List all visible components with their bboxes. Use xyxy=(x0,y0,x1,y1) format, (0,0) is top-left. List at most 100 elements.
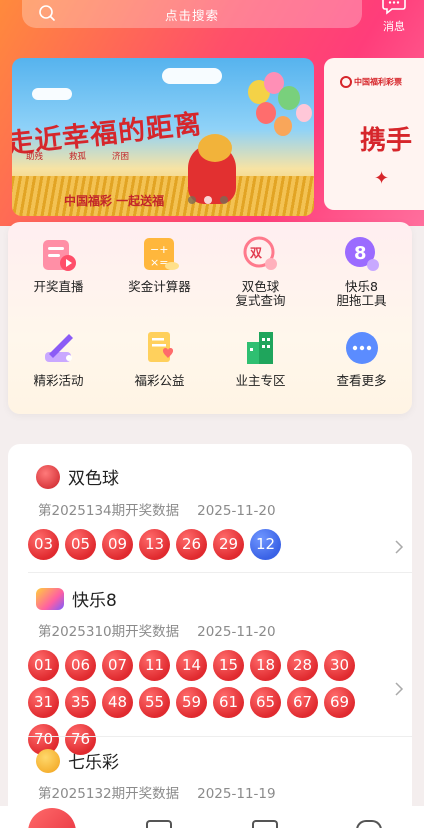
svg-text:双: 双 xyxy=(250,246,262,260)
banner-subtitle-item: 济困 xyxy=(112,152,130,162)
red-ball: 67 xyxy=(287,687,318,718)
mascot-head xyxy=(198,134,232,162)
red-ball: 03 xyxy=(28,529,59,560)
menu-item-owner-zone[interactable]: 业主专区 xyxy=(210,326,311,414)
red-ball: 61 xyxy=(213,687,244,718)
message-button[interactable]: 消息 xyxy=(376,0,412,40)
message-label: 消息 xyxy=(383,20,405,33)
search-bar[interactable]: 点击搜索 xyxy=(22,0,362,28)
red-ball: 06 xyxy=(65,650,96,681)
menu-item-label: 精彩活动 xyxy=(33,373,84,388)
activity-icon xyxy=(44,334,73,362)
red-ball: 11 xyxy=(139,650,170,681)
search-icon xyxy=(39,5,55,21)
red-ball: 14 xyxy=(176,650,207,681)
lottery-date: 2025-11-20 xyxy=(197,503,276,519)
red-ball: 29 xyxy=(213,529,244,560)
happy8-tool-icon: 8 xyxy=(344,237,379,271)
divider xyxy=(28,572,412,573)
banner-side-text: 携手 xyxy=(360,126,413,156)
red-ball: 15 xyxy=(213,650,244,681)
balloon-decoration xyxy=(274,116,292,136)
red-ball: 05 xyxy=(65,529,96,560)
menu-item-more[interactable]: 查看更多 xyxy=(311,326,412,414)
banner-carousel-next[interactable]: 中国福利彩票 携手 ✦ xyxy=(324,58,424,210)
menu-item-label: 奖金计算器 xyxy=(128,279,191,294)
red-ball: 59 xyxy=(176,687,207,718)
menu-item-activity[interactable]: 精彩活动 xyxy=(8,326,109,414)
menu-item-happy8-tool[interactable]: 8 快乐8 胆拖工具 xyxy=(311,232,412,320)
menu-item-double-ball-query[interactable]: 双 双色球 复式查询 xyxy=(210,232,311,320)
menu-item-label: 福彩公益 xyxy=(134,373,185,388)
red-ball: 18 xyxy=(250,650,281,681)
menu-item-charity[interactable]: 福彩公益 xyxy=(109,326,210,414)
carousel-dot-active xyxy=(204,196,212,204)
red-ball: 35 xyxy=(65,687,96,718)
profile-tab-icon[interactable] xyxy=(356,820,382,828)
charity-icon xyxy=(147,332,173,362)
divider xyxy=(28,736,412,737)
menu-item-label: 查看更多 xyxy=(336,373,387,388)
live-tv-icon xyxy=(42,240,76,271)
balloon-decoration xyxy=(278,86,300,110)
carousel-dot xyxy=(220,196,228,204)
sparkle-icon: ✦ xyxy=(374,168,390,189)
banner-slogan: 中国福彩 一起送福 xyxy=(64,194,165,208)
calculator-icon: −+ ×= xyxy=(143,238,179,270)
more-icon xyxy=(345,332,378,364)
carousel-indicator xyxy=(188,196,228,204)
lottery-name: 七乐彩 xyxy=(68,753,119,773)
menu-item-label: 双色球 复式查询 xyxy=(235,279,286,308)
results-tab-icon[interactable] xyxy=(146,820,172,828)
lottery-results-card: 双色球 第2025134期开奖数据 2025-11-20 03 05 09 13 … xyxy=(8,444,412,828)
balloon-decoration xyxy=(296,104,312,122)
cloud-decoration xyxy=(162,68,222,84)
banner-subtitle-item: 救孤 xyxy=(69,152,87,162)
winning-numbers: 03 05 09 13 26 29 12 xyxy=(28,529,390,566)
red-ball: 26 xyxy=(176,529,207,560)
lottery-name: 快乐8 xyxy=(72,591,117,611)
red-ball: 55 xyxy=(139,687,170,718)
menu-item-live[interactable]: 开奖直播 xyxy=(8,232,109,320)
lottery-item-double-ball[interactable]: 双色球 第2025134期开奖数据 2025-11-20 03 05 09 13 … xyxy=(8,444,412,574)
lottery-brand-logo: 中国福利彩票 xyxy=(340,76,402,88)
red-ball: 09 xyxy=(102,529,133,560)
qilecai-logo-icon xyxy=(36,748,60,773)
search-placeholder: 点击搜索 xyxy=(164,7,219,23)
lottery-date: 2025-11-19 xyxy=(197,786,276,802)
menu-item-calculator[interactable]: −+ ×= 奖金计算器 xyxy=(109,232,210,320)
menu-item-label: 快乐8 胆拖工具 xyxy=(336,279,387,308)
carousel-dot xyxy=(188,196,196,204)
quick-menu: 开奖直播 −+ ×= 奖金计算器 双 双色球 复式查询 8 快乐8 胆拖工具 精… xyxy=(8,222,412,414)
red-ball: 48 xyxy=(102,687,133,718)
double-ball-query-icon: 双 xyxy=(243,236,277,270)
svg-text:−+: −+ xyxy=(150,243,168,256)
svg-text:8: 8 xyxy=(354,243,367,264)
lottery-date: 2025-11-20 xyxy=(197,624,276,640)
red-ball: 69 xyxy=(324,687,355,718)
double-ball-logo-icon xyxy=(36,464,60,489)
red-ball: 01 xyxy=(28,650,59,681)
chevron-right-icon xyxy=(395,682,404,696)
tools-tab-icon[interactable] xyxy=(252,820,278,828)
cloud-decoration xyxy=(32,88,72,100)
menu-item-label: 业主专区 xyxy=(235,373,286,388)
red-ball: 28 xyxy=(287,650,318,681)
building-icon xyxy=(246,332,273,364)
blue-ball: 12 xyxy=(250,529,281,560)
lottery-item-happy8[interactable]: 快乐8 第2025310期开奖数据 2025-11-20 01 06 07 11 … xyxy=(8,574,412,755)
red-ball: 07 xyxy=(102,650,133,681)
menu-item-label: 开奖直播 xyxy=(33,279,84,294)
happy8-logo-icon xyxy=(36,587,64,610)
banner-subtitle: 助残 救孤 济困 xyxy=(26,150,155,162)
message-icon xyxy=(382,0,406,15)
lottery-name: 双色球 xyxy=(68,469,119,489)
balloon-decoration xyxy=(256,102,276,124)
lottery-period: 第2025310期开奖数据 xyxy=(38,624,180,640)
banner-subtitle-item: 助残 xyxy=(26,152,44,162)
red-ball: 31 xyxy=(28,687,59,718)
lottery-period: 第2025134期开奖数据 xyxy=(38,503,180,519)
red-ball: 13 xyxy=(139,529,170,560)
red-ball: 65 xyxy=(250,687,281,718)
banner-carousel-main[interactable]: 走近幸福的距离 助残 救孤 济困 中国福彩 一起送福 xyxy=(12,58,314,216)
